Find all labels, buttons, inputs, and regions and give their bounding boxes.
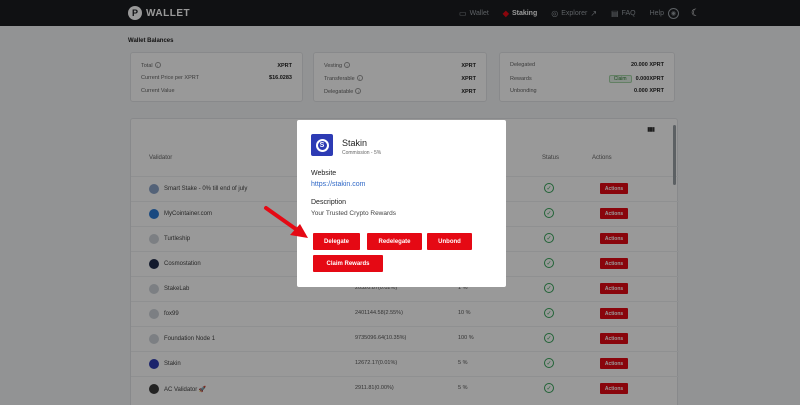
description-label: Description (311, 199, 347, 206)
annotation-arrow-icon (264, 206, 308, 238)
website-label: Website (311, 170, 337, 177)
stakin-logo-icon: S (315, 138, 329, 152)
redelegate-button[interactable]: Redelegate (367, 233, 422, 250)
website-link[interactable]: https://stakin.com (311, 181, 365, 188)
delegate-button[interactable]: Delegate (313, 233, 360, 250)
claim-rewards-button[interactable]: Claim Rewards (313, 255, 383, 272)
validator-name: Stakin (342, 138, 368, 148)
stakin-logo: S (311, 134, 333, 156)
validator-commission: Commission - 5% (342, 150, 382, 156)
unbond-button[interactable]: Unbond (427, 233, 472, 250)
validator-modal: S Stakin Commission - 5% Website https:/… (297, 120, 506, 287)
description-text: Your Trusted Crypto Rewards (311, 210, 397, 217)
